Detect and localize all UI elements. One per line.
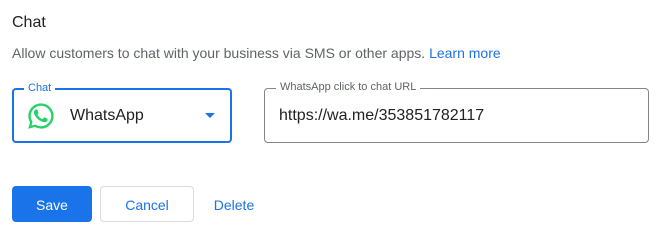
save-button[interactable]: Save bbox=[12, 186, 92, 222]
cancel-button[interactable]: Cancel bbox=[100, 186, 194, 222]
chat-app-select[interactable]: Chat WhatsApp bbox=[12, 81, 232, 143]
url-field-label: WhatsApp click to chat URL bbox=[276, 80, 421, 94]
description-text: Allow customers to chat with your busine… bbox=[12, 45, 426, 61]
learn-more-link[interactable]: Learn more bbox=[429, 45, 501, 61]
chat-select-value: WhatsApp bbox=[70, 107, 144, 124]
whatsapp-url-input[interactable] bbox=[279, 106, 629, 126]
section-title: Chat bbox=[12, 14, 46, 31]
whatsapp-url-field: WhatsApp click to chat URL bbox=[264, 80, 649, 143]
whatsapp-icon bbox=[28, 103, 54, 129]
section-description: Allow customers to chat with your busine… bbox=[12, 44, 501, 62]
delete-button[interactable]: Delete bbox=[202, 186, 266, 222]
dropdown-arrow-icon bbox=[205, 113, 215, 118]
chat-select-label: Chat bbox=[24, 81, 56, 95]
